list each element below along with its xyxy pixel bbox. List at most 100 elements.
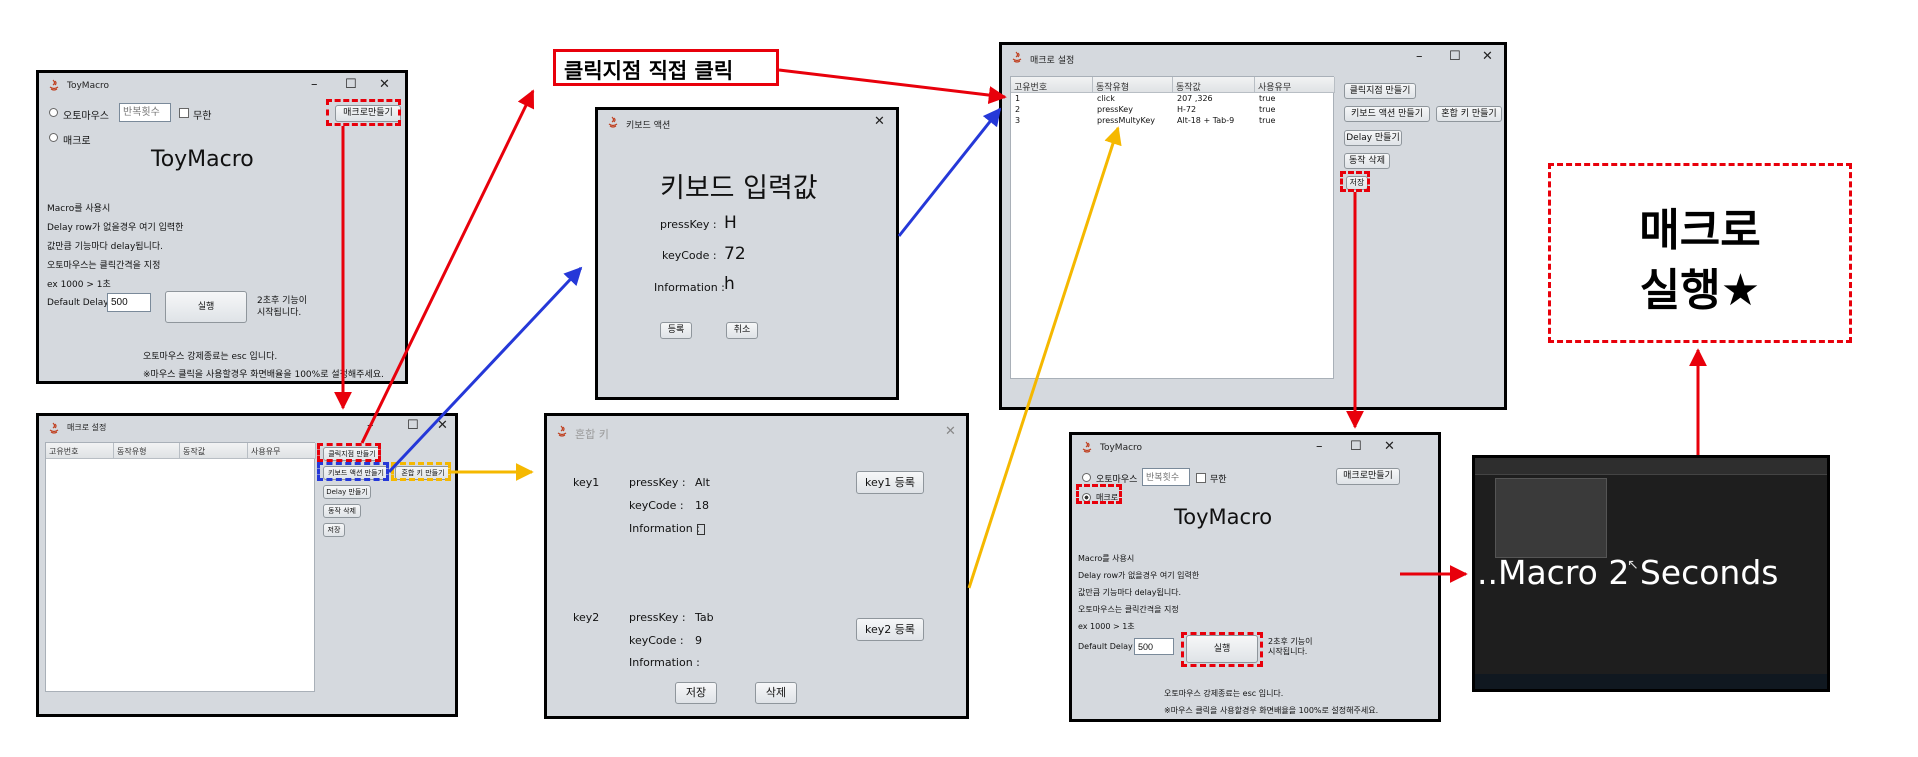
desc-line-3: 값만큼 기능마다 delay됩니다. [1078, 588, 1182, 597]
col-id[interactable]: 고유번호 [1011, 77, 1093, 93]
repeat-count-input[interactable] [1142, 468, 1190, 486]
close-button[interactable]: ✕ [1482, 49, 1493, 64]
default-delay-input[interactable] [107, 293, 151, 312]
maximize-button[interactable]: ☐ [407, 418, 419, 433]
click-point-button[interactable]: 클릭지점 만들기 [1344, 83, 1416, 99]
close-button[interactable]: ✕ [437, 418, 448, 433]
unknown-glyph-icon [697, 524, 705, 535]
window-title: 매크로 설정 [1030, 56, 1075, 66]
cell-id: 1 [1015, 94, 1021, 103]
title-bar: ToyMacro – ☐ ✕ [1072, 435, 1438, 461]
close-button[interactable]: ✕ [945, 424, 956, 439]
delay-button[interactable]: Delay 만들기 [323, 485, 371, 499]
key1-presskey-value: Alt [695, 476, 710, 489]
infinite-checkbox[interactable] [1196, 473, 1206, 483]
screen-toolbar [1475, 458, 1827, 475]
cell-type: pressMultyKey [1097, 116, 1156, 125]
minimize-button[interactable]: – [367, 418, 374, 433]
col-value[interactable]: 동작값 [1173, 77, 1255, 93]
cell-type: click [1097, 94, 1115, 103]
auto-mouse-radio[interactable] [49, 108, 58, 117]
arrow-callout-to-table [778, 68, 1007, 105]
auto-mouse-radio[interactable] [1082, 473, 1091, 482]
save-button[interactable]: 저장 [675, 682, 717, 704]
esc-note: 오토마우스 강제종료는 esc 입니다. [1164, 689, 1284, 698]
close-button[interactable]: ✕ [379, 77, 390, 92]
table-row[interactable]: 2 pressKey H-72 true [1011, 104, 1333, 115]
key1-presskey-label: pressKey : [629, 476, 686, 489]
default-delay-label: Default Delay [1078, 642, 1133, 651]
app-heading: ToyMacro [151, 147, 254, 172]
esc-note: 오토마우스 강제종료는 esc 입니다. [143, 352, 278, 362]
java-icon [608, 116, 618, 128]
delay-button[interactable]: Delay 만들기 [1344, 130, 1402, 146]
macro-run-line-1: 매크로 [1639, 205, 1761, 256]
presskey-label: pressKey : [660, 218, 717, 231]
maximize-button[interactable]: ☐ [345, 77, 357, 92]
keycode-label: keyCode : [662, 249, 717, 262]
close-button[interactable]: ✕ [874, 114, 885, 129]
key2-label: key2 [573, 611, 600, 624]
keyboard-action-button[interactable]: 키보드 액션 만들기 [1344, 106, 1430, 122]
col-id[interactable]: 고유번호 [46, 443, 114, 459]
highlight-macro-radio [1076, 484, 1122, 504]
infinite-label: 무한 [1210, 475, 1227, 485]
save-button[interactable]: 저장 [323, 523, 345, 537]
make-macro-button[interactable]: 매크로만들기 [1336, 468, 1400, 485]
key1-keycode-value: 18 [695, 499, 709, 512]
col-type[interactable]: 동작유형 [114, 443, 180, 459]
col-type[interactable]: 동작유형 [1093, 77, 1173, 93]
table-row[interactable]: 3 pressMultyKey Alt-18 + Tab-9 true [1011, 115, 1333, 126]
macro-radio[interactable] [49, 133, 58, 142]
register-button[interactable]: 등록 [660, 322, 692, 339]
cursor-icon: ↖ [1627, 557, 1639, 573]
cell-type: pressKey [1097, 105, 1133, 114]
macro-table[interactable]: 고유번호 동작유형 동작값 사용유무 1 click 207 ,326 true… [1010, 76, 1335, 379]
run-button[interactable]: 실행 [165, 291, 247, 323]
macro-run-label-box: 매크로 실행★ [1548, 163, 1852, 343]
delete-action-button[interactable]: 동작 삭제 [323, 504, 361, 518]
highlight-combo-key [391, 462, 451, 481]
minimize-button[interactable]: – [1316, 439, 1323, 454]
macro-table[interactable]: 고유번호 동작유형 동작값 사용유무 [45, 442, 316, 692]
col-value[interactable]: 동작값 [180, 443, 248, 459]
minimize-button[interactable]: – [1416, 49, 1423, 64]
col-enabled[interactable]: 사용유무 [248, 443, 316, 459]
default-delay-label: Default Delay [47, 298, 109, 308]
key2-keycode-value: 9 [695, 634, 702, 647]
callout-box: 클릭지점 직접 클릭 [553, 49, 779, 86]
arrow-keyboard-to-table [897, 107, 1002, 237]
highlight-save [1340, 171, 1370, 192]
java-icon [1012, 51, 1022, 63]
title-bar: 키보드 액션 ✕ [598, 110, 896, 136]
desc-line-4: 오토마우스는 클릭간격을 지정 [47, 261, 161, 271]
keycode-value: 72 [724, 244, 746, 264]
desc-line-1: Macro를 사용시 [1078, 554, 1135, 563]
key1-register-button[interactable]: key1 등록 [856, 471, 924, 494]
table-row[interactable]: 1 click 207 ,326 true [1011, 93, 1333, 104]
col-enabled[interactable]: 사용유무 [1255, 77, 1335, 93]
delete-action-button[interactable]: 동작 삭제 [1344, 153, 1390, 169]
combo-key-button[interactable]: 혼합 키 만들기 [1436, 106, 1502, 122]
desc-line-5: ex 1000 > 1초 [1078, 622, 1135, 631]
cancel-button[interactable]: 취소 [726, 322, 758, 339]
close-button[interactable]: ✕ [1384, 439, 1395, 454]
default-delay-input[interactable] [1134, 638, 1174, 655]
callout-text: 클릭지점 직접 클릭 [564, 59, 734, 83]
minimize-button[interactable]: – [311, 77, 318, 92]
cell-value: H-72 [1177, 105, 1197, 114]
java-icon [557, 425, 567, 437]
cell-id: 2 [1015, 105, 1021, 114]
cell-enabled: true [1259, 94, 1276, 103]
maximize-button[interactable]: ☐ [1350, 439, 1362, 454]
key2-register-button[interactable]: key2 등록 [856, 618, 924, 641]
repeat-count-input[interactable] [119, 103, 171, 122]
delete-button[interactable]: 삭제 [755, 682, 797, 704]
java-icon [1082, 441, 1092, 453]
maximize-button[interactable]: ☐ [1449, 49, 1461, 64]
desc-line-1: Macro를 사용시 [47, 204, 111, 214]
infinite-checkbox[interactable] [179, 108, 189, 118]
key1-label: key1 [573, 476, 600, 489]
title-bar: 혼합 키 ✕ [547, 416, 966, 448]
key2-presskey-label: pressKey : [629, 611, 686, 624]
